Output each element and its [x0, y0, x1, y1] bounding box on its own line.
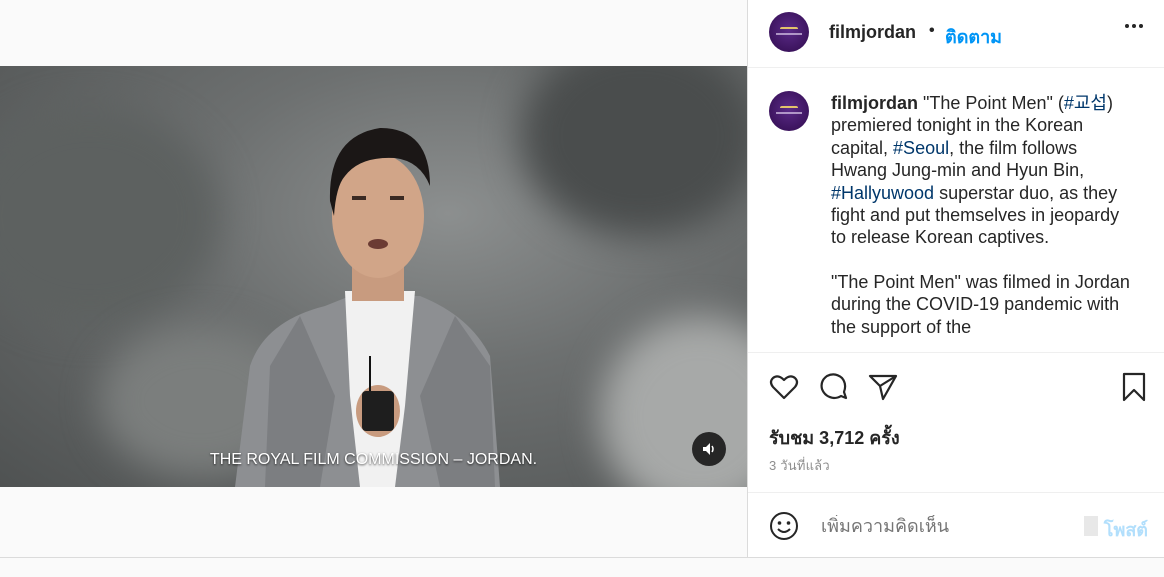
emoji-icon[interactable] — [768, 510, 800, 542]
post-timestamp[interactable]: 3 วันที่แล้ว — [769, 455, 830, 476]
caption-text: filmjordan "The Point Men" (#교섭) premier… — [831, 92, 1131, 338]
action-bar — [748, 370, 1164, 406]
author-username[interactable]: filmjordan — [829, 22, 916, 43]
media-panel: THE ROYAL FILM COMMISSION – JORDAN. — [0, 0, 747, 577]
resize-handle[interactable] — [1084, 516, 1098, 536]
caption-section: filmjordan "The Point Men" (#교섭) premier… — [748, 68, 1164, 353]
hashtag-link[interactable]: #Hallyuwood — [831, 183, 934, 203]
caption-paragraph: "The Point Men" was filmed in Jordan dur… — [831, 271, 1130, 337]
caption-segment: "The Point Men" ( — [918, 93, 1064, 113]
more-options-icon[interactable] — [1125, 24, 1143, 28]
presenter-figure — [235, 128, 500, 487]
avatar[interactable] — [769, 12, 809, 52]
comment-bar: โพสต์ — [748, 492, 1164, 557]
separator-dot: • — [929, 22, 935, 39]
video-subtitle: THE ROYAL FILM COMMISSION – JORDAN. — [209, 451, 538, 468]
share-icon[interactable] — [866, 370, 900, 404]
heart-icon[interactable] — [767, 370, 801, 404]
post-details-panel: filmjordan • ติดตาม filmjordan "The Poin… — [747, 0, 1164, 557]
post-video[interactable]: THE ROYAL FILM COMMISSION – JORDAN. — [0, 66, 747, 487]
hashtag-link[interactable]: #Seoul — [893, 138, 949, 158]
divider — [0, 557, 1164, 558]
avatar[interactable] — [769, 91, 809, 131]
sound-icon — [703, 443, 714, 455]
comment-icon[interactable] — [817, 370, 851, 404]
follow-button[interactable]: ติดตาม — [945, 22, 1002, 51]
view-count[interactable]: รับชม 3,712 ครั้ง — [769, 423, 900, 452]
bookmark-icon[interactable] — [1117, 370, 1151, 404]
sound-toggle-button[interactable] — [692, 432, 726, 466]
post-comment-button[interactable]: โพสต์ — [1104, 515, 1148, 544]
caption-username[interactable]: filmjordan — [831, 93, 918, 113]
hashtag-link[interactable]: #교섭 — [1064, 93, 1107, 113]
post-header: filmjordan • ติดตาม — [748, 0, 1164, 68]
comment-input[interactable] — [819, 515, 1073, 538]
